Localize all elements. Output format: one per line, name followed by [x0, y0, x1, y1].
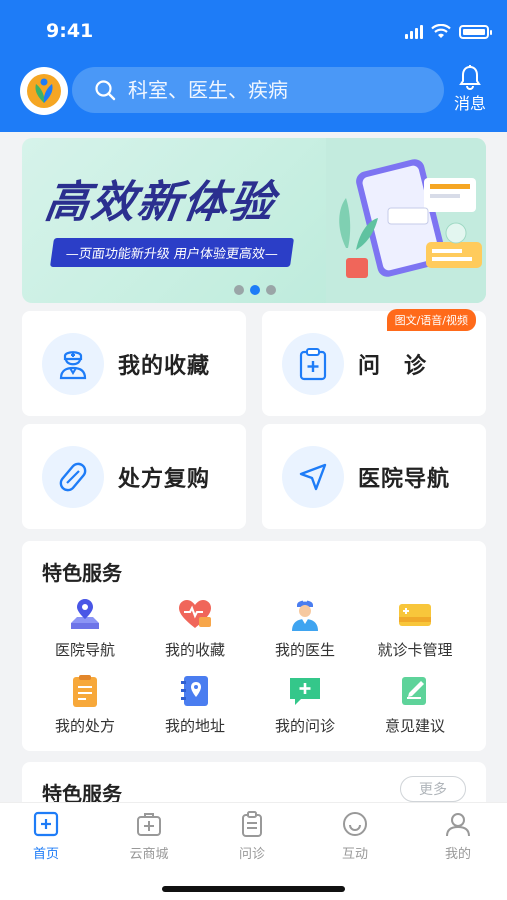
tab-label: 问诊 [238, 847, 265, 862]
navigation-arrow-icon [282, 445, 344, 508]
wifi-icon [431, 24, 451, 38]
card-label: 处方复购 [118, 466, 211, 492]
home-indicator[interactable] [162, 886, 345, 892]
service-my-favorites[interactable]: 我的收藏 [140, 597, 250, 660]
banner-pagination [234, 285, 276, 295]
status-time: 9:41 [46, 20, 94, 42]
heart-icon [177, 597, 213, 633]
service-my-address[interactable]: 我的地址 [140, 673, 250, 736]
message-label: 消息 [453, 94, 486, 113]
service-label: 我的地址 [164, 717, 225, 735]
address-book-icon [177, 673, 213, 709]
service-label: 我的收藏 [164, 641, 225, 659]
card-label: 问 诊 [358, 353, 428, 379]
search-input[interactable] [128, 78, 428, 102]
status-icons [405, 24, 492, 39]
card-favorites[interactable]: 我的收藏 [22, 311, 246, 416]
doctor-icon [42, 332, 104, 395]
card-label: 医院导航 [358, 466, 451, 492]
service-label: 我的处方 [54, 717, 115, 735]
clipboard-plus-icon [282, 332, 344, 395]
pagination-dot[interactable] [234, 285, 244, 295]
medical-bag-icon [134, 809, 164, 839]
tab-label: 我的 [444, 847, 471, 862]
tab-home[interactable]: 首页 [6, 809, 86, 862]
card-label: 我的收藏 [118, 353, 211, 379]
more-button[interactable]: 更多 [400, 776, 466, 802]
chat-plus-icon [287, 673, 323, 709]
service-label: 意见建议 [384, 717, 445, 735]
service-my-prescription[interactable]: 我的处方 [30, 673, 140, 736]
status-bar: 9:41 [0, 14, 507, 50]
banner-title: 高效新体验 [41, 177, 279, 228]
prescription-icon [67, 673, 103, 709]
services-title: 特色服务 [42, 561, 122, 585]
service-my-doctor[interactable]: 我的医生 [250, 597, 360, 660]
smile-icon [340, 809, 370, 839]
promo-banner[interactable]: 高效新体验 —页面功能新升级 用户体验更高效— [22, 138, 486, 303]
service-label: 我的问诊 [274, 717, 335, 735]
map-pin-icon [67, 597, 103, 633]
signal-icon [405, 24, 423, 39]
tab-cloud-mall[interactable]: 云商城 [109, 809, 189, 862]
banner-subtitle: —页面功能新升级 用户体验更高效— [49, 238, 295, 267]
search-icon [95, 80, 116, 101]
service-my-consultation[interactable]: 我的问诊 [250, 673, 360, 736]
tab-label: 互动 [341, 847, 368, 862]
pill-icon [42, 445, 104, 508]
clipboard-icon [237, 809, 267, 839]
card-hospital-navigation[interactable]: 医院导航 [262, 424, 486, 529]
app-logo[interactable] [20, 67, 68, 115]
edit-icon [397, 673, 433, 709]
tab-label: 首页 [32, 847, 59, 862]
logo-icon [27, 74, 61, 108]
card-icon [397, 597, 433, 633]
service-label: 医院导航 [54, 641, 115, 659]
card-prescription-reorder[interactable]: 处方复购 [22, 424, 246, 529]
featured-services-panel: 特色服务 医院导航 我的收藏 我的医生 就诊卡管理 我的处方 我的地址 我的问诊… [22, 541, 486, 751]
doctor-icon [287, 597, 323, 633]
pagination-dot[interactable] [266, 285, 276, 295]
top-bar: 9:41 科室、医生、疾病 消息 [0, 0, 507, 132]
battery-icon [459, 24, 492, 39]
consultation-tag: 图文/语音/视频 [386, 309, 476, 331]
tab-consultation[interactable]: 问诊 [212, 809, 292, 862]
search-bar[interactable] [72, 67, 444, 113]
pagination-dot-active[interactable] [250, 285, 260, 295]
bell-icon [459, 65, 481, 90]
home-plus-icon [31, 809, 61, 839]
message-button[interactable]: 消息 [449, 64, 491, 114]
tab-mine[interactable]: 我的 [418, 809, 498, 862]
service-visit-card-management[interactable]: 就诊卡管理 [360, 597, 470, 660]
phone-illustration-icon [326, 138, 486, 303]
tab-interaction[interactable]: 互动 [315, 809, 395, 862]
service-feedback[interactable]: 意见建议 [360, 673, 470, 736]
service-label: 就诊卡管理 [377, 641, 453, 659]
user-icon [443, 809, 473, 839]
service-label: 我的医生 [274, 641, 335, 659]
tab-label: 云商城 [129, 847, 169, 862]
service-hospital-navigation[interactable]: 医院导航 [30, 597, 140, 660]
card-consultation[interactable]: 图文/语音/视频 问 诊 [262, 309, 486, 416]
